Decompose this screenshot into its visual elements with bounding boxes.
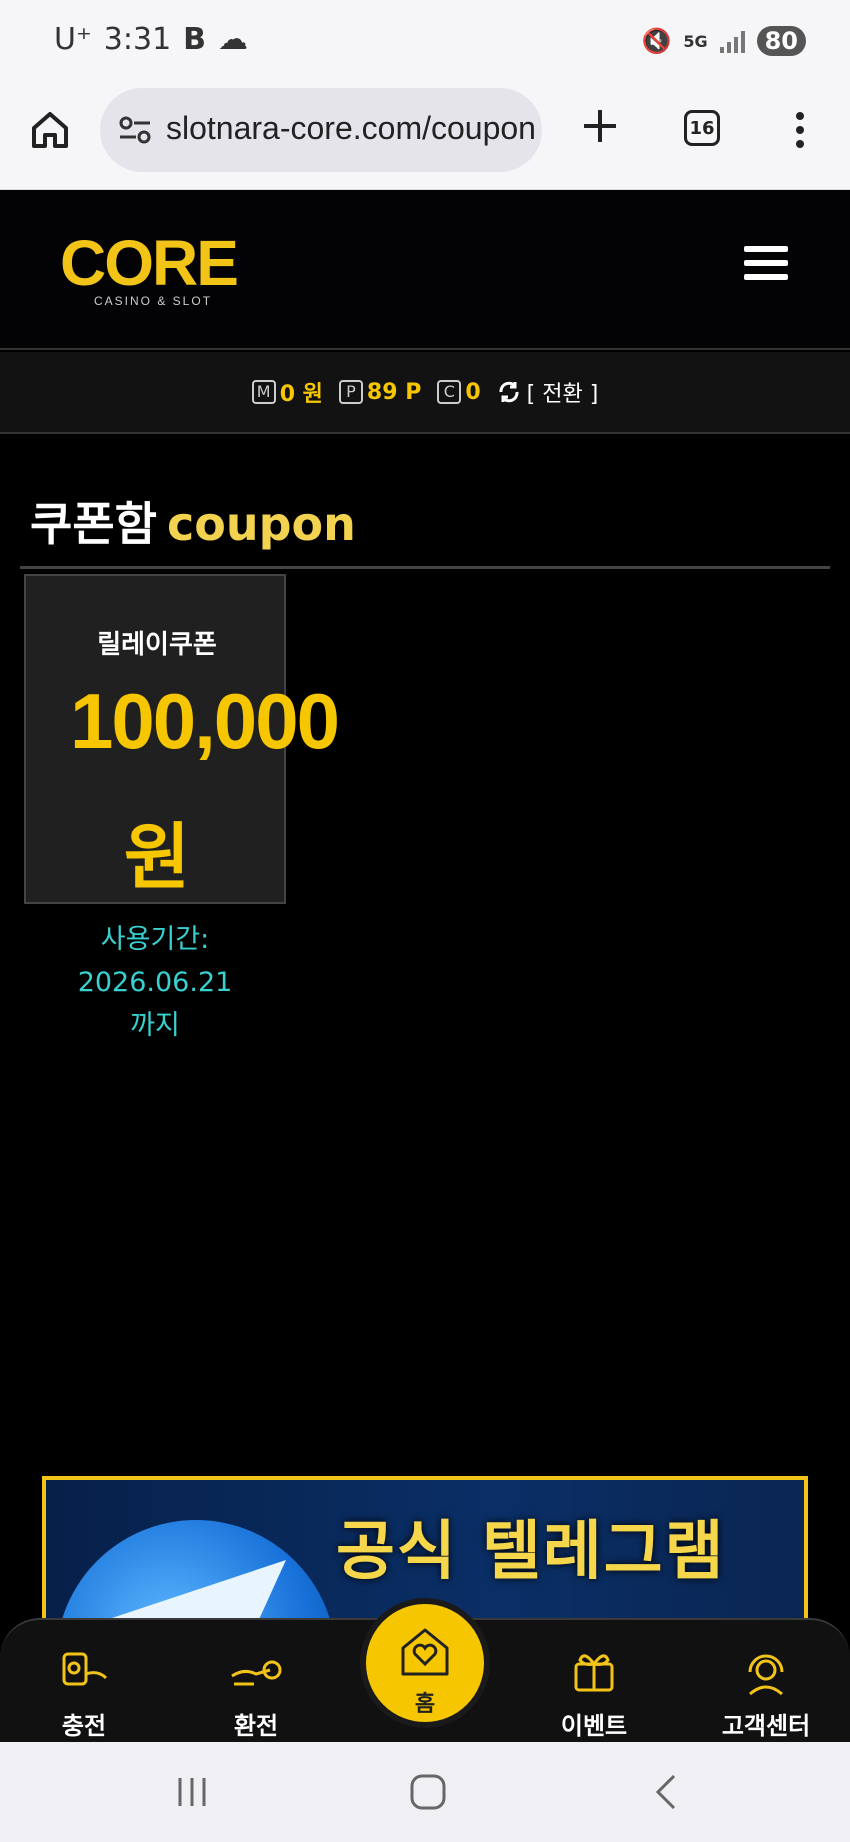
new-tab-button[interactable] xyxy=(578,104,622,148)
plus-icon xyxy=(584,110,616,142)
money-badge-icon: M xyxy=(251,380,276,404)
page-title-en: coupon xyxy=(166,497,356,551)
signal-icon xyxy=(719,29,745,53)
coupon-name: 릴레이쿠폰 xyxy=(97,630,217,660)
browser-menu-button[interactable] xyxy=(790,108,810,152)
carrier-label: U⁺ xyxy=(54,22,92,57)
home-heart-icon xyxy=(401,1628,449,1676)
point-badge-icon: P xyxy=(338,380,363,404)
refresh-icon xyxy=(499,381,519,403)
recents-button[interactable] xyxy=(170,1770,214,1814)
site-header: CORE CASINO & SLOT xyxy=(0,190,850,350)
casino-balance: C 0 xyxy=(437,379,481,405)
site-settings-icon[interactable] xyxy=(118,116,152,144)
expiry-suffix: 까지 xyxy=(130,1010,180,1041)
coupon-expiry: 사용기간: 2026.06.21 까지 xyxy=(24,918,286,1047)
coupon-card[interactable]: 릴레이쿠폰 100,000 원 xyxy=(24,574,340,904)
nav-exchange-label: 환전 xyxy=(233,1712,279,1740)
gift-icon xyxy=(574,1654,614,1692)
nav-charge[interactable]: 충전 xyxy=(24,1640,144,1741)
nav-event[interactable]: 이벤트 xyxy=(534,1640,654,1741)
battery-indicator: 80 xyxy=(756,26,806,56)
system-home-button[interactable] xyxy=(406,1770,450,1814)
tab-switcher-button[interactable]: 16 xyxy=(684,110,720,146)
banner-text: 공식 텔레그램 xyxy=(336,1515,726,1589)
point-balance: P 89 P xyxy=(338,379,422,405)
nav-exchange[interactable]: 환전 xyxy=(196,1640,316,1741)
hamburger-menu-icon[interactable] xyxy=(744,246,788,284)
deposit-hand-icon xyxy=(62,1652,108,1686)
address-bar[interactable]: slotnara-core.com/coupon xyxy=(100,88,542,172)
money-value: 0 원 xyxy=(279,382,323,407)
status-bar: U⁺ 3:31 B ☁ 🔇 5G 80 xyxy=(0,0,850,86)
cloud-icon: ☁ xyxy=(218,22,249,57)
system-nav-bar xyxy=(0,1742,850,1842)
convert-label: [ 전환 ] xyxy=(526,382,599,407)
recents-icon xyxy=(178,1778,206,1806)
convert-button[interactable]: [ 전환 ] xyxy=(497,376,599,408)
rounded-square-icon xyxy=(410,1774,446,1810)
page-title-ko: 쿠폰함 xyxy=(30,497,157,551)
core-logo[interactable]: CORE CASINO & SLOT xyxy=(60,227,260,312)
balance-bar: M 0 원 P 89 P C 0 [ 전환 ] xyxy=(0,352,850,434)
back-chevron-icon xyxy=(655,1774,676,1810)
home-icon xyxy=(32,112,68,148)
money-balance: M 0 원 xyxy=(251,376,323,408)
coupon-amount: 100,000 xyxy=(70,677,340,765)
back-button[interactable] xyxy=(646,1770,690,1814)
nav-home-label: 홈 xyxy=(414,1692,436,1717)
more-vert-icon xyxy=(796,112,804,148)
nav-event-label: 이벤트 xyxy=(560,1712,628,1740)
casino-value: 0 xyxy=(465,379,481,405)
nav-home-button[interactable]: 홈 xyxy=(360,1598,490,1728)
network-label: 5G xyxy=(683,31,708,51)
url-text[interactable]: slotnara-core.com/coupon xyxy=(166,110,536,147)
logo-text: CORE xyxy=(60,227,239,299)
title-divider xyxy=(20,566,830,569)
clock: 3:31 xyxy=(103,22,172,57)
coupon-unit: 원 xyxy=(123,815,191,899)
page-title: 쿠폰함 coupon xyxy=(30,488,356,554)
browser-toolbar: slotnara-core.com/coupon 16 xyxy=(0,86,850,190)
point-value: 89 P xyxy=(366,379,422,405)
headset-icon xyxy=(748,1654,784,1696)
expiry-label: 사용기간: xyxy=(100,924,210,955)
logo-subtext: CASINO & SLOT xyxy=(94,294,213,308)
nav-charge-label: 충전 xyxy=(61,1712,107,1740)
expiry-date: 2026.06.21 xyxy=(77,967,233,998)
nav-support-label: 고객센터 xyxy=(721,1712,811,1740)
withdraw-hand-icon xyxy=(231,1660,282,1686)
nav-support[interactable]: 고객센터 xyxy=(706,1640,826,1741)
browser-home-button[interactable] xyxy=(28,108,72,152)
mute-icon: 🔇 xyxy=(641,27,672,55)
casino-badge-icon: C xyxy=(437,380,462,404)
b-app-icon: B xyxy=(183,22,207,57)
